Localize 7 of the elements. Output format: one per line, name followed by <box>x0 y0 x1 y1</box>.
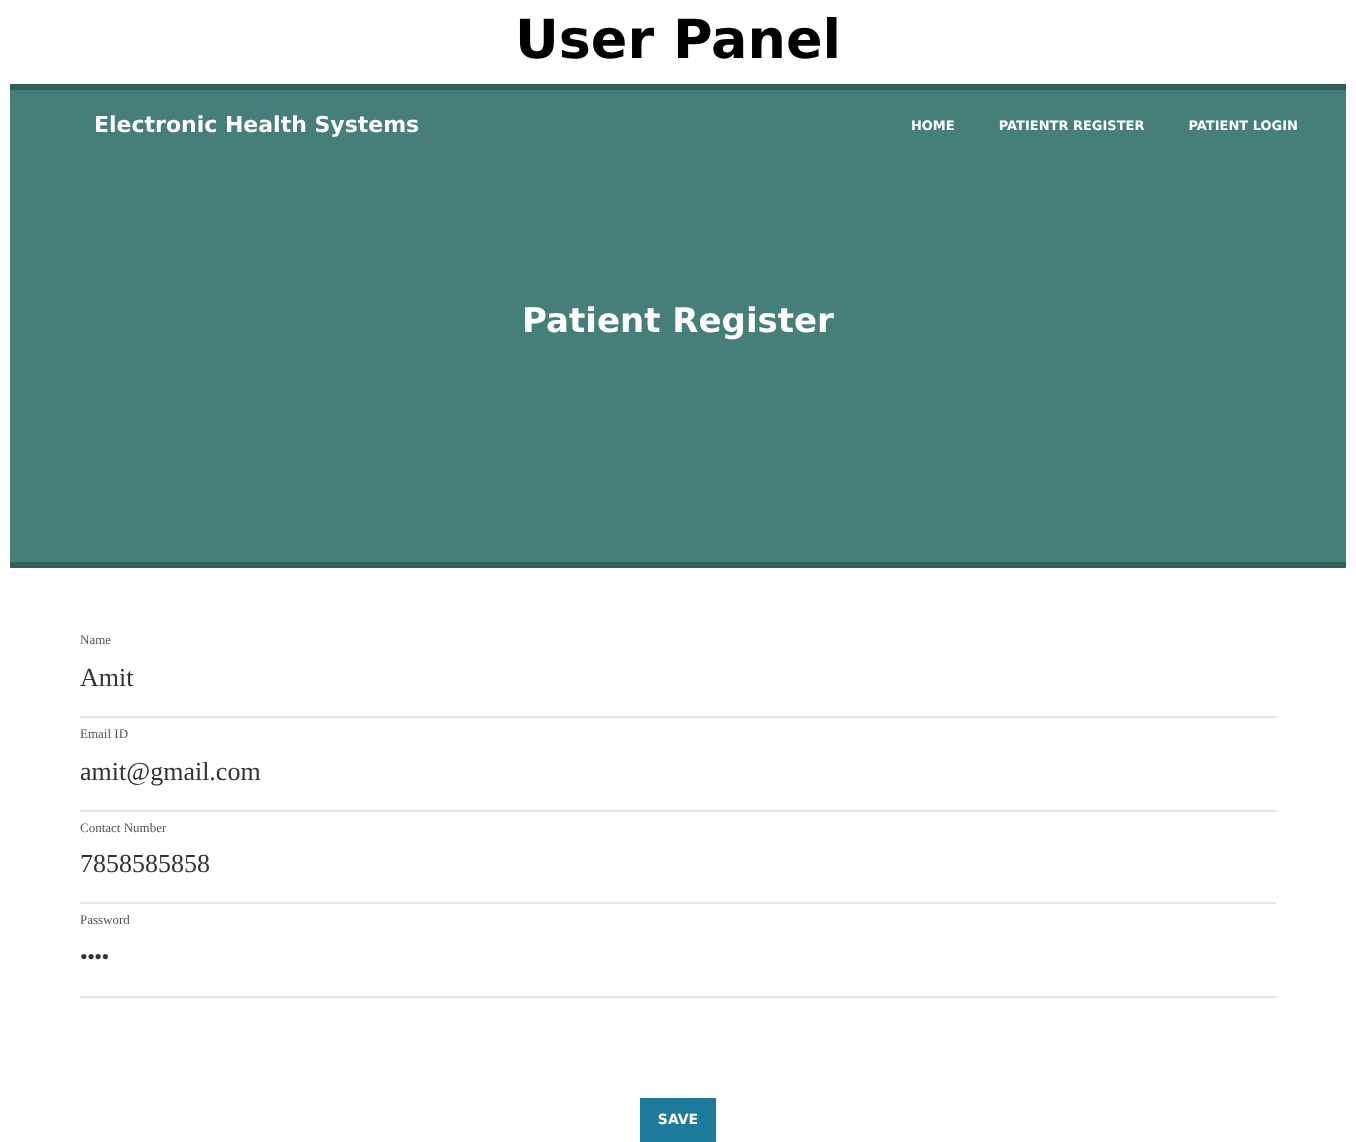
input-field[interactable]: 7858585858 <box>80 838 1276 891</box>
input-field[interactable]: Amit <box>80 651 1276 704</box>
hero-title: Patient Register <box>522 299 834 346</box>
input-field[interactable]: •••• <box>80 932 1276 984</box>
input-field[interactable]: amit@gmail.com <box>80 745 1276 797</box>
page-title: User Panel <box>514 7 842 76</box>
brand-name[interactable]: Electronic Health Systems <box>94 110 420 144</box>
